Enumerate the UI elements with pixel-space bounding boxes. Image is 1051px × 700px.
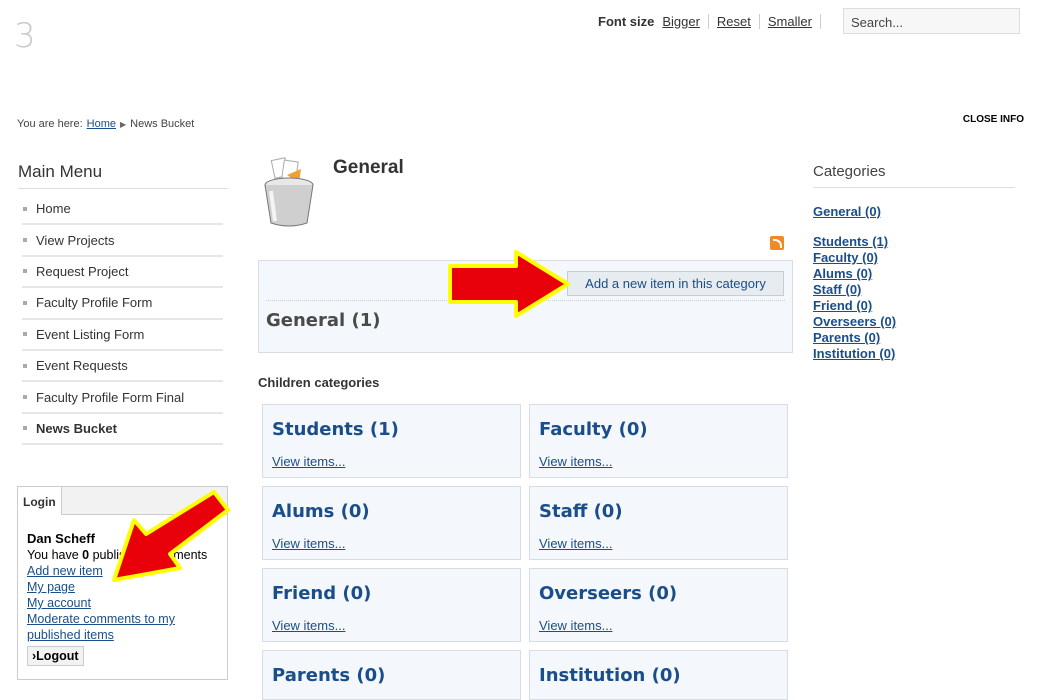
panel-title: General (1) <box>266 310 381 331</box>
view-items-link[interactable]: View items... <box>272 536 345 551</box>
add-item-button[interactable]: Add a new item in this category <box>567 271 784 296</box>
menu-item-news-bucket[interactable]: News Bucket <box>22 414 223 446</box>
child-category-overseers: Overseers (0) View items... <box>529 568 788 642</box>
breadcrumb-current: News Bucket <box>130 118 195 130</box>
child-category-alums: Alums (0) View items... <box>262 486 521 560</box>
main-menu: Home View Projects Request Project Facul… <box>22 194 223 446</box>
child-category-institution: Institution (0) <box>529 650 788 700</box>
category-link-parents[interactable]: Parents (0) <box>813 330 896 346</box>
summary-count: 0 <box>82 548 90 562</box>
logout-button[interactable]: ›Logout <box>27 646 84 666</box>
breadcrumb: You are here: Home ▶ News Bucket <box>17 118 194 130</box>
breadcrumb-home-link[interactable]: Home <box>87 118 116 130</box>
child-category-friend: Friend (0) View items... <box>262 568 521 642</box>
category-link-friend[interactable]: Friend (0) <box>813 298 896 314</box>
view-items-link[interactable]: View items... <box>539 618 612 633</box>
bucket-icon <box>259 157 319 232</box>
breadcrumb-prefix: You are here: <box>17 118 83 130</box>
close-info-link[interactable]: CLOSE INFO <box>963 114 1024 125</box>
view-items-link[interactable]: View items... <box>272 454 345 469</box>
search-input[interactable]: Search... <box>843 8 1020 34</box>
child-category-staff: Staff (0) View items... <box>529 486 788 560</box>
category-general-link[interactable]: General (0) <box>813 204 881 219</box>
categories-list: Students (1) Faculty (0) Alums (0) Staff… <box>813 234 896 362</box>
menu-item-home[interactable]: Home <box>22 194 223 226</box>
child-category-title[interactable]: Students (1) <box>272 419 399 440</box>
main-menu-title: Main Menu <box>18 162 228 189</box>
category-link-faculty[interactable]: Faculty (0) <box>813 250 896 266</box>
font-size-controls: Font size Bigger Reset Smaller <box>598 14 829 29</box>
child-category-title[interactable]: Overseers (0) <box>539 583 677 604</box>
summary-prefix: You have <box>27 548 79 562</box>
child-category-title[interactable]: Staff (0) <box>539 501 623 522</box>
menu-item-request-project[interactable]: Request Project <box>22 257 223 289</box>
font-bigger-link[interactable]: Bigger <box>662 14 709 29</box>
menu-item-view-projects[interactable]: View Projects <box>22 225 223 257</box>
menu-item-faculty-profile-form[interactable]: Faculty Profile Form <box>22 288 223 320</box>
rss-feed-icon[interactable] <box>770 236 784 250</box>
font-size-label: Font size <box>598 14 655 29</box>
view-items-link[interactable]: View items... <box>539 536 612 551</box>
child-category-parents: Parents (0) <box>262 650 521 700</box>
menu-item-event-listing-form[interactable]: Event Listing Form <box>22 320 223 351</box>
view-items-link[interactable]: View items... <box>539 454 612 469</box>
logout-label: Logout <box>36 649 79 663</box>
category-link-institution[interactable]: Institution (0) <box>813 346 896 362</box>
children-categories-heading: Children categories <box>258 375 380 390</box>
my-account-link[interactable]: My account <box>27 595 218 611</box>
view-items-link[interactable]: View items... <box>272 618 345 633</box>
menu-item-faculty-profile-form-final[interactable]: Faculty Profile Form Final <box>22 382 223 414</box>
font-reset-link[interactable]: Reset <box>717 14 760 29</box>
breadcrumb-arrow-icon: ▶ <box>120 119 127 129</box>
tab-login[interactable]: Login <box>18 487 62 515</box>
child-category-title[interactable]: Parents (0) <box>272 665 385 686</box>
child-category-faculty: Faculty (0) View items... <box>529 404 788 478</box>
category-title: General <box>333 157 404 178</box>
child-category-title[interactable]: Friend (0) <box>272 583 371 604</box>
category-link-staff[interactable]: Staff (0) <box>813 282 896 298</box>
red-arrow-right-icon <box>448 250 570 318</box>
child-category-title[interactable]: Institution (0) <box>539 665 681 686</box>
red-arrow-down-left-icon <box>112 490 230 582</box>
font-smaller-link[interactable]: Smaller <box>768 14 821 29</box>
child-category-students: Students (1) View items... <box>262 404 521 478</box>
category-link-alums[interactable]: Alums (0) <box>813 266 896 282</box>
child-category-title[interactable]: Alums (0) <box>272 501 370 522</box>
category-link-students[interactable]: Students (1) <box>813 234 896 250</box>
menu-item-event-requests[interactable]: Event Requests <box>22 351 223 383</box>
moderate-comments-link[interactable]: Moderate comments to my published items <box>27 611 218 643</box>
categories-title: Categories <box>813 163 1015 188</box>
step-number: 3 <box>14 16 36 56</box>
child-category-title[interactable]: Faculty (0) <box>539 419 648 440</box>
category-link-overseers[interactable]: Overseers (0) <box>813 314 896 330</box>
